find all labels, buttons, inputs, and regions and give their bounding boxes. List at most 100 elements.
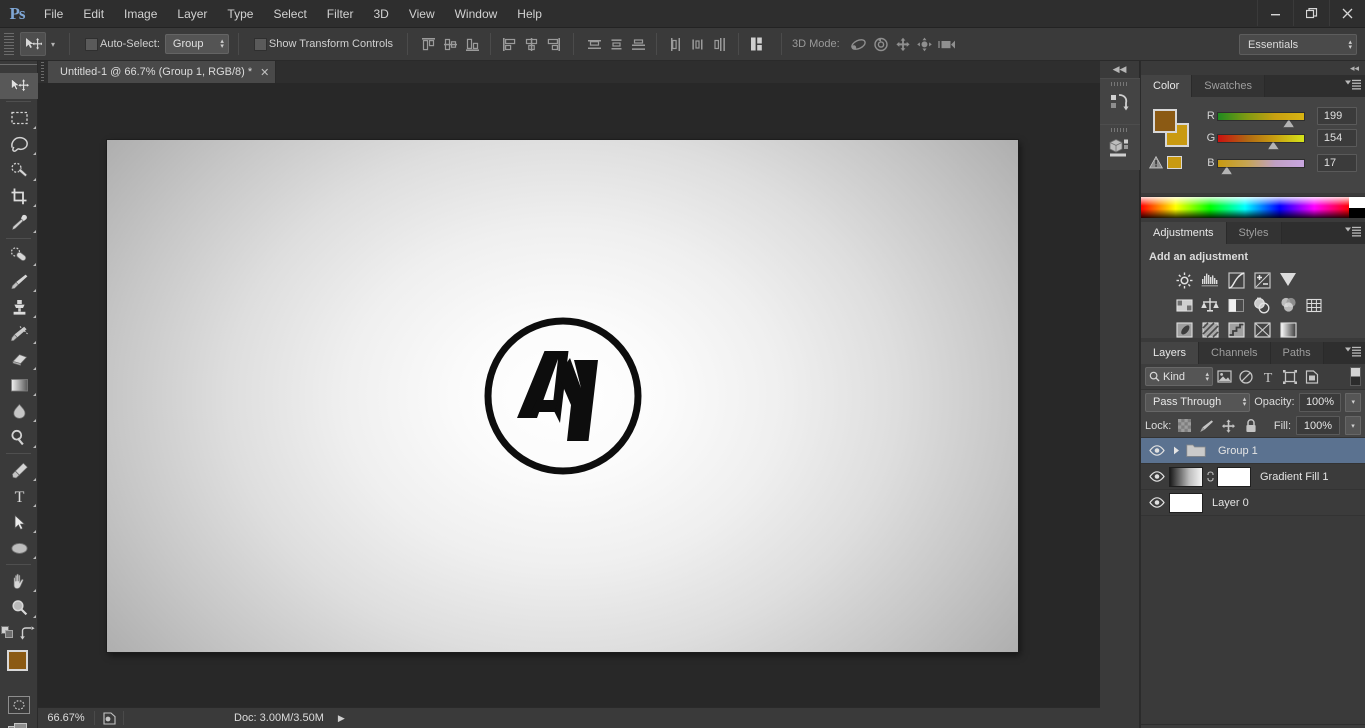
menu-image[interactable]: Image: [114, 0, 167, 28]
filter-adjustment-layers-icon[interactable]: [1235, 366, 1257, 388]
tab-channels[interactable]: Channels: [1199, 342, 1271, 364]
clone-stamp-tool[interactable]: [0, 294, 38, 320]
tab-paths[interactable]: Paths: [1270, 342, 1324, 364]
color-spectrum-ramp[interactable]: [1141, 196, 1365, 218]
red-channel-thumb[interactable]: [1283, 119, 1295, 128]
rectangular-marquee-tool[interactable]: [0, 105, 38, 131]
distribute-bottom-edges-button[interactable]: [627, 33, 649, 55]
tab-swatches[interactable]: Swatches: [1192, 75, 1265, 97]
color-lookup-icon[interactable]: [1303, 294, 1325, 316]
3d-panel-button[interactable]: [1100, 124, 1140, 170]
gradient-map-icon[interactable]: [1277, 319, 1299, 341]
vibrance-icon[interactable]: [1277, 269, 1299, 291]
menu-3d[interactable]: 3D: [363, 0, 398, 28]
collapse-panels-button[interactable]: ◀◀: [1100, 61, 1139, 78]
options-bar-grip[interactable]: [4, 33, 14, 55]
blue-channel-thumb[interactable]: [1221, 166, 1233, 175]
pan-3d-camera-icon[interactable]: [892, 33, 914, 55]
black-white-icon[interactable]: [1225, 294, 1247, 316]
close-button[interactable]: [1329, 0, 1365, 26]
menu-view[interactable]: View: [399, 0, 445, 28]
menu-file[interactable]: File: [34, 0, 73, 28]
artboard[interactable]: [107, 140, 1018, 652]
spectrum-bar[interactable]: [1141, 197, 1349, 218]
layer-mask-thumbnail[interactable]: [1217, 466, 1251, 487]
lock-position-icon[interactable]: [1220, 417, 1237, 435]
layer-name[interactable]: Gradient Fill 1: [1260, 471, 1328, 483]
dodge-tool[interactable]: [0, 424, 38, 450]
brightness-contrast-icon[interactable]: [1173, 269, 1195, 291]
document-info-icon[interactable]: [95, 711, 123, 725]
swap-colors-icon[interactable]: [19, 626, 36, 640]
move-tool[interactable]: [0, 73, 38, 99]
blue-channel-value[interactable]: 17: [1316, 154, 1357, 172]
layer-visibility-toggle[interactable]: [1144, 445, 1169, 456]
tool-preset-chevron-down-icon[interactable]: ▾: [46, 32, 60, 56]
link-mask-icon[interactable]: [1203, 470, 1217, 483]
lasso-tool[interactable]: [0, 131, 38, 157]
layer-filter-kind-dropdown[interactable]: Kind ▴ ▾: [1145, 367, 1213, 386]
pen-tool[interactable]: [0, 457, 38, 483]
selective-color-icon[interactable]: [1251, 319, 1273, 341]
green-channel-value[interactable]: 154: [1316, 129, 1357, 147]
distribute-vertical-centers-button[interactable]: [605, 33, 627, 55]
zoom-3d-camera-icon[interactable]: [936, 33, 958, 55]
table-row[interactable]: Layer 0: [1141, 490, 1365, 516]
ellipse-tool[interactable]: [0, 535, 38, 561]
tab-layers[interactable]: Layers: [1141, 342, 1200, 364]
auto-select-checkbox[interactable]: [85, 37, 98, 51]
layer-name[interactable]: Group 1: [1218, 445, 1258, 457]
table-row[interactable]: Group 1: [1141, 438, 1365, 464]
threshold-icon[interactable]: [1225, 319, 1247, 341]
menu-layer[interactable]: Layer: [167, 0, 217, 28]
show-transform-controls-checkbox[interactable]: [253, 37, 267, 51]
toolbox-grip[interactable]: [0, 61, 37, 73]
opacity-slider-button[interactable]: ▾: [1345, 392, 1361, 412]
color-balance-icon[interactable]: [1199, 294, 1221, 316]
workspace-switcher[interactable]: Essentials ▴ ▾: [1239, 34, 1357, 55]
crop-tool[interactable]: [0, 183, 38, 209]
roll-3d-camera-icon[interactable]: [870, 33, 892, 55]
blue-channel-slider[interactable]: [1216, 158, 1305, 175]
document-tab[interactable]: Untitled-1 @ 66.7% (Group 1, RGB/8) * ✕: [48, 61, 277, 83]
slide-3d-camera-icon[interactable]: [914, 33, 936, 55]
menu-select[interactable]: Select: [263, 0, 316, 28]
eraser-tool[interactable]: [0, 346, 38, 372]
horizontal-type-tool[interactable]: T: [0, 483, 38, 509]
hue-saturation-icon[interactable]: [1173, 294, 1195, 316]
layer-thumbnail[interactable]: [1169, 492, 1203, 513]
path-selection-tool[interactable]: [0, 509, 38, 535]
default-colors-icon[interactable]: [1, 626, 17, 640]
menu-help[interactable]: Help: [507, 0, 552, 28]
layer-filter-toggle-switch[interactable]: [1350, 367, 1361, 386]
fill-slider-button[interactable]: ▾: [1345, 416, 1361, 435]
orbit-3d-camera-icon[interactable]: [848, 33, 870, 55]
edit-in-quick-mask-mode-button[interactable]: [7, 696, 30, 714]
out-of-gamut-warning-icon[interactable]: [1149, 156, 1163, 169]
distribute-right-edges-button[interactable]: [708, 33, 730, 55]
menu-window[interactable]: Window: [445, 0, 508, 28]
maximize-restore-button[interactable]: [1293, 0, 1329, 26]
quick-selection-tool[interactable]: [0, 157, 38, 183]
spot-healing-brush-tool[interactable]: [0, 242, 38, 268]
opacity-value[interactable]: 100%: [1298, 392, 1342, 412]
gamut-replacement-swatch[interactable]: [1167, 156, 1182, 169]
align-top-edges-button[interactable]: [417, 33, 439, 55]
distribute-horizontal-centers-button[interactable]: [686, 33, 708, 55]
gradient-tool[interactable]: [0, 372, 38, 398]
red-channel-slider[interactable]: [1216, 111, 1305, 128]
green-channel-slider[interactable]: [1216, 133, 1305, 150]
filter-pixel-layers-icon[interactable]: [1213, 366, 1235, 388]
tab-styles[interactable]: Styles: [1226, 222, 1282, 244]
change-screen-mode-button[interactable]: [7, 722, 30, 728]
levels-icon[interactable]: [1199, 269, 1221, 291]
layer-visibility-toggle[interactable]: [1144, 471, 1169, 482]
invert-icon[interactable]: [1173, 319, 1195, 341]
menu-filter[interactable]: Filter: [317, 0, 364, 28]
dock-collapse-button[interactable]: ◂◂: [1141, 61, 1365, 75]
move-tool-icon[interactable]: [20, 32, 46, 56]
distribute-left-edges-button[interactable]: [664, 33, 686, 55]
close-document-icon[interactable]: ✕: [260, 66, 269, 79]
color-panel-foreground-swatch[interactable]: [1153, 109, 1177, 133]
tab-adjustments[interactable]: Adjustments: [1141, 222, 1227, 244]
